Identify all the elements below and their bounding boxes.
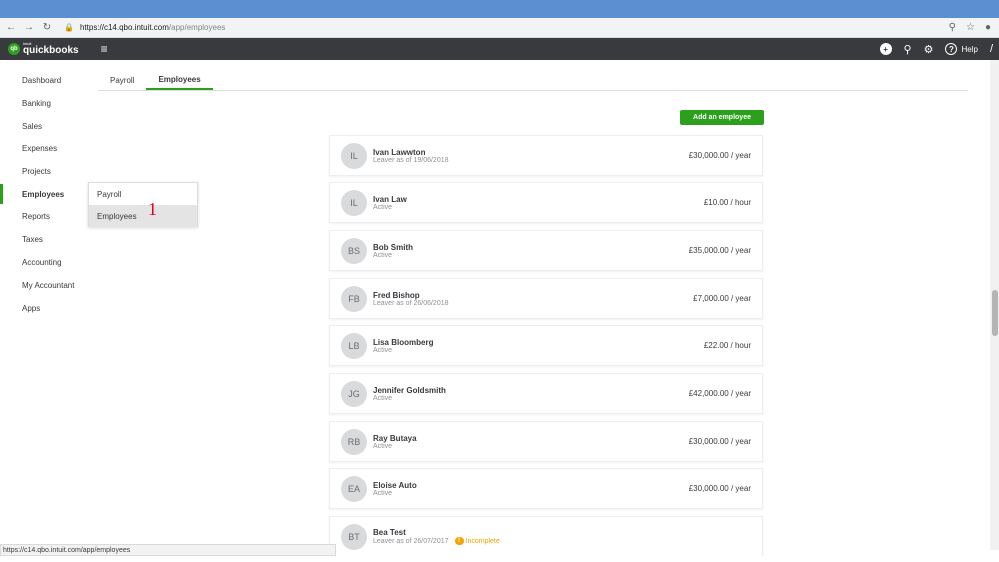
window-title-bar (0, 0, 999, 18)
avatar: RB (341, 428, 367, 455)
qb-logo-icon: qb (8, 43, 20, 55)
search-icon[interactable]: ⚲ (904, 43, 912, 56)
employee-name: Fred Bishop (373, 290, 420, 300)
employee-card[interactable]: BS Bob Smith Active £35,000.00 / year (329, 230, 763, 271)
employee-status: Active (373, 251, 393, 259)
overflow-icon[interactable]: / (990, 43, 993, 55)
employee-pay: £30,000.00 / year (688, 484, 751, 493)
employee-card[interactable]: JG Jennifer Goldsmith Active £42,000.00 /… (329, 373, 763, 414)
tab-payroll[interactable]: Payroll (98, 70, 146, 90)
help-icon: ? (945, 43, 958, 55)
avatar: IL (341, 189, 367, 216)
employee-status: Active (373, 346, 393, 354)
sidebar-item-projects[interactable]: Projects (0, 161, 98, 181)
employee-name: Ivan Lawwton (373, 147, 426, 157)
incomplete-label: Incomplete (465, 537, 500, 545)
quickbooks-logo[interactable]: qb intuit quickbooks (8, 42, 79, 56)
tab-bar: Payroll Employees (98, 70, 968, 91)
help-button[interactable]: ? Help (945, 43, 978, 55)
bookmark-star-icon[interactable]: ☆ (966, 22, 975, 33)
sidebar-item-my-accountant[interactable]: My Accountant (0, 275, 98, 295)
employee-status: Active (373, 489, 393, 497)
tab-employees[interactable]: Employees (146, 70, 213, 90)
back-icon[interactable]: ← (4, 22, 18, 33)
forward-icon[interactable]: → (22, 22, 36, 33)
sidebar-item-banking[interactable]: Banking (0, 93, 98, 113)
employees-flyout-menu: Payroll Employees (88, 182, 198, 227)
employee-name: Bea Test (373, 528, 406, 537)
employee-status-row: Leaver as of 26/07/2017 ! Incomplete (373, 537, 500, 545)
menu-icon[interactable]: ≡ (101, 42, 108, 56)
sidebar-item-dashboard[interactable]: Dashboard (0, 70, 98, 90)
avatar: FB (341, 285, 367, 312)
zoom-search-icon[interactable]: ⚲ (949, 22, 956, 33)
employee-status: Leaver as of 26/07/2017 (373, 537, 449, 545)
sidebar-item-taxes[interactable]: Taxes (0, 229, 98, 249)
browser-toolbar: ← → ↻ 🔒 https://c14.qbo.intuit.com/app/e… (0, 18, 999, 38)
employee-pay: £42,000.00 / year (688, 389, 751, 398)
employee-name: Bob Smith (373, 242, 413, 252)
employee-status: Active (373, 203, 393, 211)
employee-name: Lisa Bloomberg (373, 337, 434, 347)
flyout-item-payroll[interactable]: Payroll (89, 183, 197, 205)
employee-card[interactable]: RB Ray Butaya Active £30,000.00 / year (329, 421, 763, 462)
employee-card[interactable]: LB Lisa Bloomberg Active £22.00 / hour (329, 325, 763, 366)
app-header: qb intuit quickbooks ≡ + ⚲ ⚙ ? Help / (0, 38, 999, 60)
employee-card[interactable]: IL Ivan Lawwton Leaver as of 19/06/2018 £… (329, 135, 763, 176)
link-status-bar: https://c14.qbo.intuit.com/app/employees (0, 544, 336, 556)
employee-status: Active (373, 394, 393, 402)
reload-icon[interactable]: ↻ (40, 22, 54, 33)
employee-card[interactable]: BT Bea Test Leaver as of 26/07/2017 ! In… (329, 516, 763, 557)
help-label: Help (961, 44, 978, 54)
add-employee-button[interactable]: Add an employee (680, 110, 764, 125)
url-path: /app/employees (168, 23, 226, 32)
employee-pay: £30,000.00 / year (688, 151, 751, 160)
employee-name: Ivan Law (373, 194, 407, 204)
avatar: EA (341, 475, 367, 502)
flyout-item-employees[interactable]: Employees (89, 205, 197, 227)
avatar: BT (341, 523, 367, 550)
employee-pay: £30,000.00 / year (688, 437, 751, 446)
sidebar-item-apps[interactable]: Apps (0, 298, 98, 318)
avatar: LB (341, 332, 367, 359)
sidebar-item-sales[interactable]: Sales (0, 116, 98, 136)
sidebar-item-employees[interactable]: Employees (0, 184, 98, 204)
employee-name: Jennifer Goldsmith (373, 385, 446, 395)
lock-icon[interactable]: 🔒 (64, 23, 74, 32)
employee-status: Active (373, 442, 393, 450)
employee-status: Leaver as of 26/06/2018 (373, 299, 449, 307)
employee-card[interactable]: IL Ivan Law Active £10.00 / hour (329, 182, 763, 223)
employee-card[interactable]: FB Fred Bishop Leaver as of 26/06/2018 £7… (329, 278, 763, 319)
sidebar-item-reports[interactable]: Reports (0, 206, 98, 226)
warning-icon: ! (454, 537, 464, 545)
employee-status: Leaver as of 19/06/2018 (373, 156, 449, 164)
employee-name: Eloise Auto (373, 480, 417, 490)
employee-name: Ray Butaya (373, 433, 417, 443)
sidebar-item-accounting[interactable]: Accounting (0, 252, 98, 272)
employee-pay: £22.00 / hour (703, 341, 751, 350)
incomplete-badge[interactable]: ! Incomplete (454, 537, 500, 545)
employee-pay: £10.00 / hour (703, 198, 751, 207)
profile-icon[interactable]: ● (985, 22, 991, 33)
left-nav: Dashboard Banking Sales Expenses Project… (0, 60, 98, 550)
employee-pay: £35,000.00 / year (688, 246, 751, 255)
bottom-edge (0, 556, 999, 562)
gear-icon[interactable]: ⚙ (924, 43, 934, 56)
avatar: BS (341, 237, 367, 264)
create-plus-icon[interactable]: + (879, 43, 892, 55)
avatar: JG (341, 380, 367, 407)
url-host: https://c14.qbo.intuit.com (79, 23, 169, 32)
avatar: IL (341, 142, 367, 169)
employee-card[interactable]: EA Eloise Auto Active £30,000.00 / year (329, 468, 763, 509)
scrollbar-thumb[interactable] (992, 290, 998, 336)
logo-name: quickbooks (23, 45, 79, 56)
sidebar-item-expenses[interactable]: Expenses (0, 138, 98, 158)
employee-pay: £7,000.00 / year (693, 294, 751, 303)
annotation-marker-1: 1 (148, 199, 157, 219)
address-bar[interactable]: https://c14.qbo.intuit.com/app/employees (80, 23, 225, 32)
